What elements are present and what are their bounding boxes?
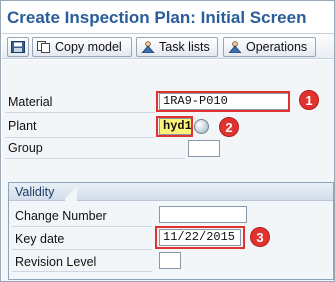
validity-tab-edge — [65, 183, 77, 201]
plant-search-help-icon[interactable] — [194, 119, 209, 134]
row-divider — [12, 271, 152, 272]
callout-badge-2: 2 — [219, 117, 239, 137]
validity-title: Validity — [15, 185, 55, 199]
copy-model-button[interactable]: Copy model — [32, 37, 132, 57]
task-lists-icon — [141, 41, 155, 53]
plant-field[interactable]: hyd1 — [159, 118, 192, 135]
initial-screen-content: Material 1RA9-P010 1 Plant hyd1 2 Group … — [2, 60, 334, 281]
row-divider — [12, 226, 152, 227]
task-lists-label: Task lists — [159, 40, 210, 54]
row-divider — [5, 112, 155, 113]
key-date-field[interactable]: 11/22/2015 — [159, 229, 241, 246]
revision-level-field[interactable] — [159, 252, 181, 269]
save-icon — [11, 41, 25, 53]
material-field[interactable]: 1RA9-P010 — [159, 93, 289, 110]
callout-badge-1: 1 — [299, 90, 319, 110]
callout-badge-3: 3 — [250, 227, 270, 247]
revision-level-label: Revision Level — [15, 255, 97, 269]
change-number-field[interactable] — [159, 206, 247, 223]
group-label: Group — [8, 141, 43, 155]
page-title: Create Inspection Plan: Initial Screen — [7, 8, 307, 27]
key-date-label: Key date — [15, 232, 65, 246]
material-label: Material — [8, 95, 53, 109]
group-field[interactable] — [188, 140, 220, 157]
copy-model-icon — [37, 41, 50, 53]
app-window: Create Inspection Plan: Initial Screen C… — [0, 0, 335, 282]
save-button[interactable] — [7, 37, 29, 57]
validity-group: Validity Change Number Key date 11/22/20… — [8, 182, 334, 280]
task-lists-button[interactable]: Task lists — [136, 37, 218, 57]
operations-icon — [228, 41, 242, 53]
plant-label: Plant — [8, 119, 37, 133]
row-divider — [5, 137, 155, 138]
operations-button[interactable]: Operations — [223, 37, 316, 57]
row-divider — [12, 249, 152, 250]
application-toolbar: Copy model Task lists Operations — [2, 33, 334, 59]
copy-model-label: Copy model — [55, 40, 122, 54]
change-number-label: Change Number — [15, 209, 107, 223]
validity-group-header: Validity — [9, 183, 333, 201]
operations-label: Operations — [246, 40, 308, 54]
row-divider — [5, 158, 185, 159]
